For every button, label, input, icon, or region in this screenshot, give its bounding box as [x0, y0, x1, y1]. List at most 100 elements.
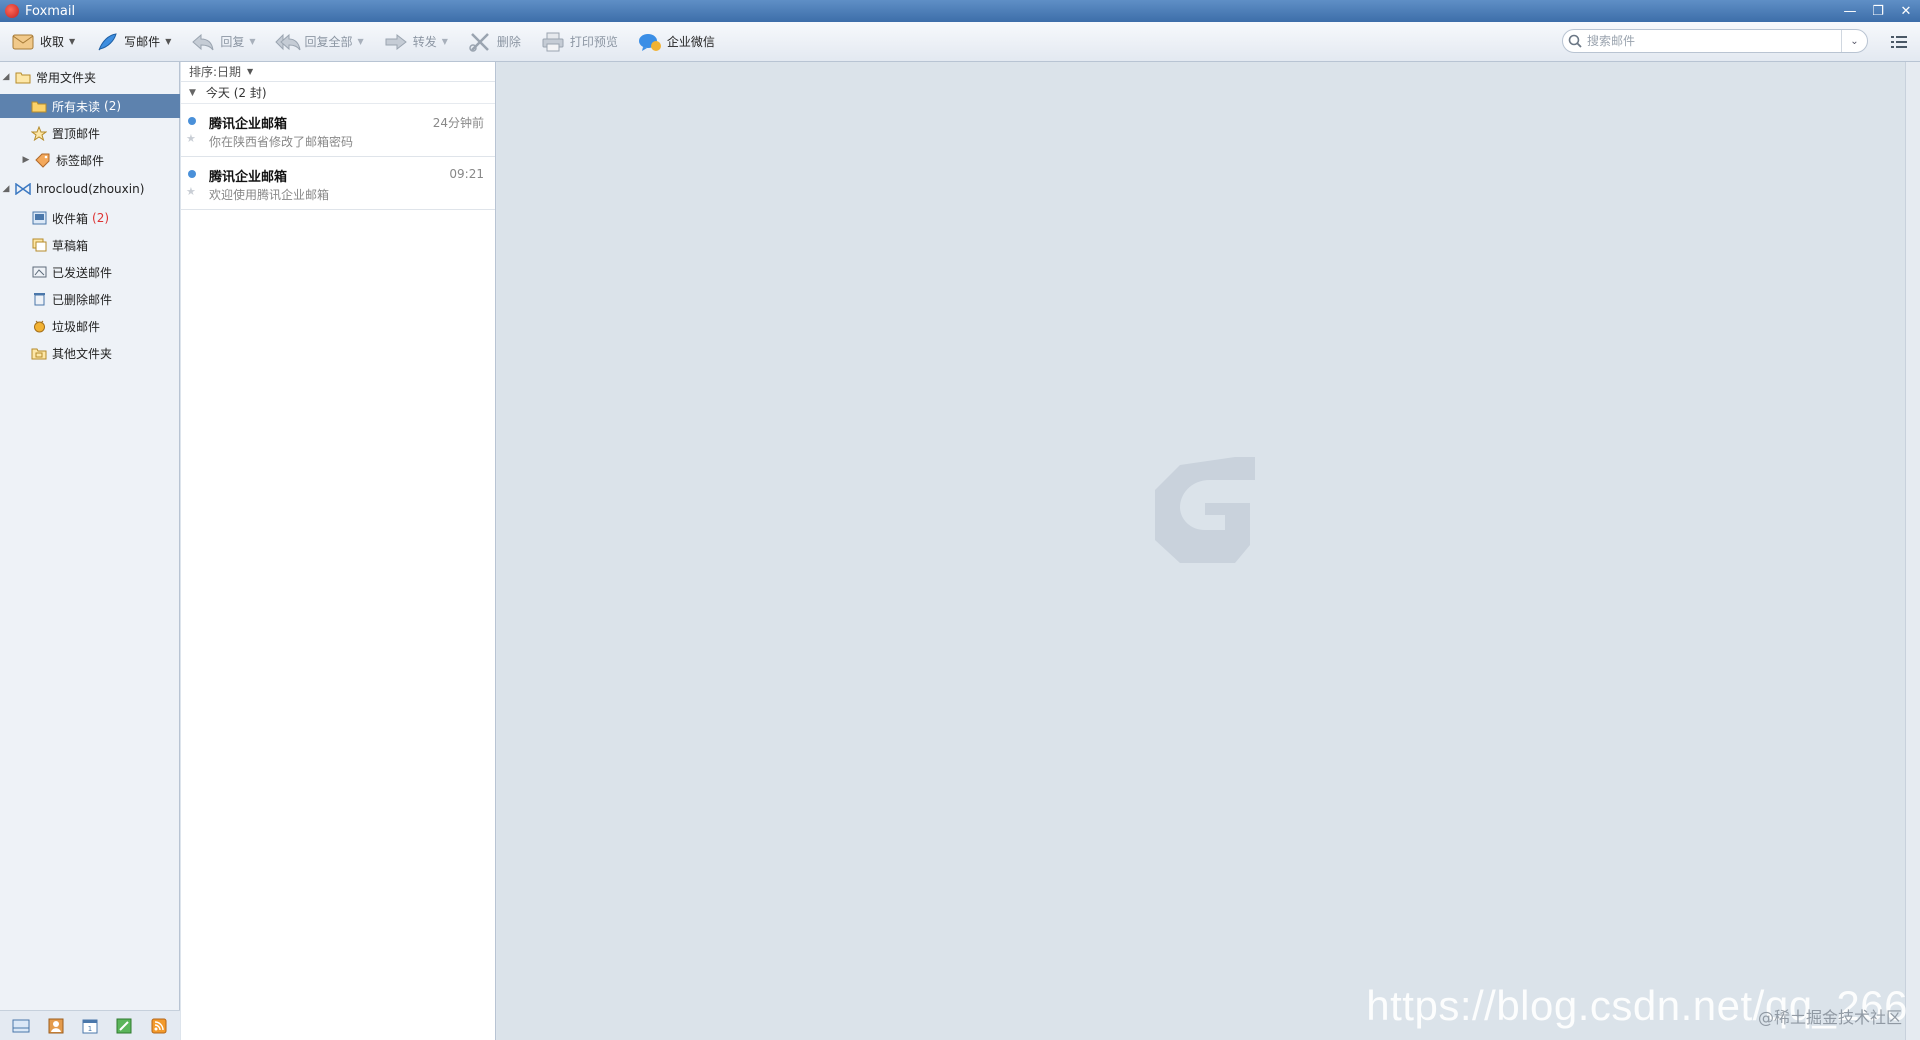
- chevron-down-icon: ▼: [247, 67, 254, 76]
- mail-subject: 你在陕西省修改了邮箱密码: [209, 135, 354, 149]
- chevron-down-icon[interactable]: ▼: [165, 37, 171, 46]
- collapse-triangle-icon[interactable]: ▼: [189, 88, 196, 98]
- mail-list-pane: 排序:日期 ▼ ▼ 今天 (2 封) ★ 腾讯企业邮箱 24分钟前 你在陕西省修…: [181, 62, 496, 1040]
- sidebar-item-label: 已删除邮件: [52, 292, 113, 307]
- forward-button[interactable]: 转发 ▼: [373, 22, 457, 62]
- drafts-icon: [31, 238, 47, 252]
- sidebar-item-drafts[interactable]: 草稿箱: [0, 233, 180, 257]
- list-item[interactable]: ★ 腾讯企业邮箱 09:21 欢迎使用腾讯企业邮箱: [181, 157, 495, 210]
- reply-all-label: 回复全部: [304, 35, 353, 49]
- trash-icon: [31, 292, 47, 306]
- star-icon[interactable]: ★: [186, 185, 196, 198]
- sidebar-item-tagged[interactable]: ▶ 标签邮件: [0, 148, 180, 172]
- receive-label: 收取: [40, 35, 65, 49]
- search-icon[interactable]: [1563, 29, 1587, 53]
- wecom-label: 企业微信: [666, 35, 715, 49]
- minimize-button[interactable]: —: [1842, 4, 1858, 19]
- menu-list-icon[interactable]: [1890, 34, 1908, 50]
- delete-button[interactable]: 删除: [457, 22, 530, 62]
- search-box: ⌄: [1562, 29, 1868, 53]
- unread-count: (2): [104, 99, 122, 113]
- print-preview-button[interactable]: 打印预览: [530, 22, 627, 62]
- sidebar-item-pinned[interactable]: 置顶邮件: [0, 121, 180, 145]
- expand-triangle-icon[interactable]: ◢: [0, 72, 12, 82]
- sidebar-item-label: 收件箱: [52, 211, 89, 226]
- reply-arrow-icon: [190, 31, 216, 53]
- bowtie-account-icon: [15, 182, 31, 196]
- calendar-module-icon[interactable]: 1: [81, 1018, 99, 1034]
- junk-bug-icon: [31, 319, 47, 333]
- close-button[interactable]: ✕: [1898, 4, 1914, 19]
- folder-icon: [15, 70, 31, 84]
- chevron-down-icon[interactable]: ▼: [69, 37, 75, 46]
- reply-button[interactable]: 回复 ▼: [180, 22, 264, 62]
- sidebar-item-inbox[interactable]: 收件箱 (2): [0, 206, 180, 230]
- tag-icon: [35, 153, 51, 168]
- forward-label: 转发: [412, 35, 437, 49]
- sidebar-item-label: 所有未读: [52, 99, 101, 114]
- reply-all-icon: [274, 31, 301, 53]
- inbox-icon: [31, 211, 47, 225]
- sidebar-item-sent[interactable]: 已发送邮件: [0, 260, 180, 284]
- svg-text:1: 1: [88, 1025, 92, 1033]
- sidebar-item-label: 标签邮件: [56, 153, 105, 168]
- unread-dot-icon: [188, 170, 196, 178]
- receive-button[interactable]: 收取 ▼: [0, 22, 84, 62]
- mail-subject: 欢迎使用腾讯企业邮箱: [209, 188, 330, 202]
- delete-label: 删除: [496, 35, 521, 49]
- expand-arrow-icon[interactable]: ▶: [20, 155, 32, 165]
- main-toolbar: 收取 ▼ 写邮件 ▼ 回复 ▼ 回复全部 ▼ 转发 ▼ 删除 打印预览 企业微信…: [0, 22, 1920, 62]
- compose-button[interactable]: 写邮件 ▼: [84, 22, 180, 62]
- sidebar-item-label: 已发送邮件: [52, 265, 113, 280]
- sent-icon: [31, 265, 47, 279]
- reply-all-button[interactable]: 回复全部 ▼: [265, 22, 373, 62]
- compose-label: 写邮件: [124, 35, 161, 49]
- chevron-down-icon[interactable]: ▼: [358, 37, 364, 46]
- favorites-label: 常用文件夹: [36, 70, 97, 85]
- restore-button[interactable]: ❐: [1870, 4, 1886, 19]
- sidebar-item-other[interactable]: 其他文件夹: [0, 341, 180, 365]
- search-input[interactable]: [1587, 34, 1841, 48]
- sidebar-item-label: 其他文件夹: [52, 346, 113, 361]
- notes-module-icon[interactable]: [115, 1018, 133, 1034]
- favorites-group[interactable]: ◢ 常用文件夹: [0, 65, 180, 89]
- date-group-header[interactable]: ▼ 今天 (2 封): [181, 82, 495, 104]
- wecom-chat-icon: [637, 31, 663, 53]
- envelope-icon: [10, 31, 36, 53]
- contacts-module-icon[interactable]: [47, 1018, 65, 1034]
- unread-dot-icon: [188, 117, 196, 125]
- print-preview-label: 打印预览: [569, 35, 618, 49]
- title-bar: Foxmail — ❐ ✕: [0, 0, 1920, 22]
- sidebar-item-all-unread[interactable]: 所有未读 (2): [0, 94, 180, 118]
- inbox-unread-count: (2): [92, 211, 110, 225]
- rss-module-icon[interactable]: [150, 1018, 168, 1034]
- foxmail-logo-icon: [5, 4, 19, 18]
- printer-icon: [540, 31, 566, 53]
- sidebar-item-label: 草稿箱: [52, 238, 89, 253]
- foxmail-watermark-logo-icon: [1155, 457, 1255, 563]
- account-group[interactable]: ◢ hrocloud(zhouxin): [0, 177, 180, 201]
- mail-time: 24分钟前: [432, 116, 484, 130]
- search-options-chevron-icon[interactable]: ⌄: [1841, 30, 1867, 52]
- sidebar-item-junk[interactable]: 垃圾邮件: [0, 314, 180, 338]
- star-icon: [31, 125, 47, 141]
- list-item[interactable]: ★ 腾讯企业邮箱 24分钟前 你在陕西省修改了邮箱密码: [181, 104, 495, 157]
- module-switcher: 1: [0, 1010, 180, 1040]
- wecom-button[interactable]: 企业微信: [627, 22, 724, 62]
- forward-arrow-icon: [383, 31, 409, 53]
- group-label: 今天 (2 封): [205, 86, 267, 100]
- sort-dropdown[interactable]: 排序:日期 ▼: [181, 62, 495, 82]
- chevron-down-icon[interactable]: ▼: [442, 37, 448, 46]
- star-icon[interactable]: ★: [186, 132, 196, 145]
- sidebar-item-label: 垃圾邮件: [52, 319, 101, 334]
- mail-time: 09:21: [449, 167, 484, 181]
- mail-module-icon[interactable]: [12, 1018, 30, 1034]
- chevron-down-icon[interactable]: ▼: [249, 37, 255, 46]
- other-folder-icon: [31, 346, 47, 360]
- expand-triangle-icon[interactable]: ◢: [0, 184, 12, 194]
- sort-label: 排序:日期: [189, 65, 242, 79]
- right-scroll-strip[interactable]: [1905, 62, 1920, 1040]
- reply-label: 回复: [220, 35, 245, 49]
- sidebar-item-deleted[interactable]: 已删除邮件: [0, 287, 180, 311]
- window-title: Foxmail: [25, 3, 76, 19]
